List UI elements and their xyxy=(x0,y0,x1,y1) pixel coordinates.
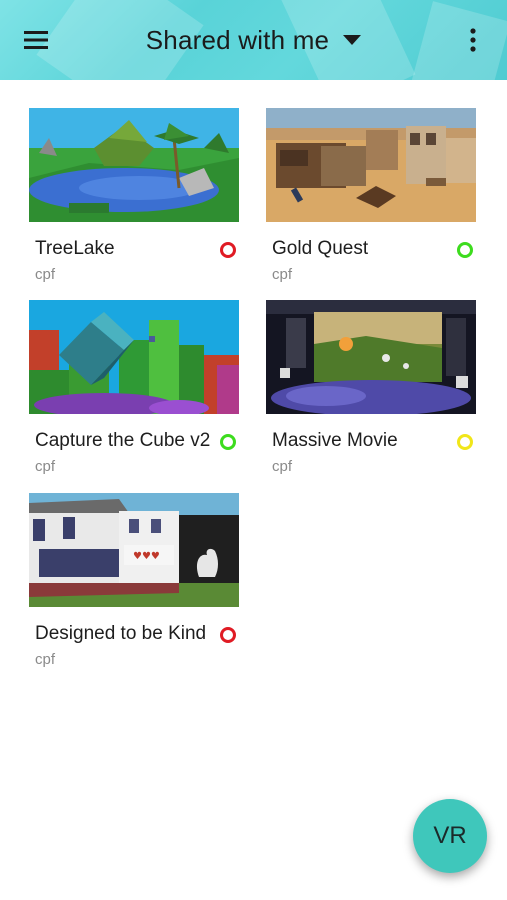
world-title: TreeLake xyxy=(35,238,115,259)
status-indicator-icon xyxy=(457,242,473,258)
status-indicator-icon xyxy=(220,434,236,450)
world-thumbnail: ♥♥♥ xyxy=(29,493,239,607)
world-thumbnail xyxy=(266,108,476,222)
world-owner: cpf xyxy=(272,458,293,475)
world-title: Designed to be Kind xyxy=(35,623,207,644)
world-thumbnail xyxy=(266,300,476,414)
status-indicator-icon xyxy=(220,242,236,258)
world-title: Gold Quest xyxy=(272,238,369,259)
world-owner: cpf xyxy=(35,266,56,283)
more-vertical-icon xyxy=(470,28,476,52)
world-title: Massive Movie xyxy=(272,430,398,451)
world-owner: cpf xyxy=(35,651,56,668)
world-thumbnail xyxy=(29,108,239,222)
app-bar: Shared with me xyxy=(0,0,507,80)
world-thumbnail xyxy=(29,300,239,414)
world-card-treelake[interactable]: TreeLake cpf xyxy=(29,108,239,288)
svg-text:♥♥♥: ♥♥♥ xyxy=(133,551,160,562)
world-title: Capture the Cube v2 xyxy=(35,430,211,451)
world-card-massive-movie[interactable]: Massive Movie cpf xyxy=(266,300,476,480)
status-indicator-icon xyxy=(220,627,236,643)
world-card-designed-to-be-kind[interactable]: ♥♥♥ Designed to be Kind cpf xyxy=(29,493,239,673)
world-card-gold-quest[interactable]: Gold Quest cpf xyxy=(266,108,476,288)
world-owner: cpf xyxy=(272,266,293,283)
world-card-capture-the-cube[interactable]: Capture the Cube v2 cpf xyxy=(29,300,239,480)
more-options-button[interactable] xyxy=(451,18,495,62)
page-title: Shared with me xyxy=(145,24,330,55)
caret-down-icon xyxy=(343,35,362,45)
world-owner: cpf xyxy=(35,458,56,475)
vr-mode-button[interactable]: VR xyxy=(413,799,487,873)
view-switcher-dropdown[interactable]: Shared with me xyxy=(0,0,507,80)
status-indicator-icon xyxy=(457,434,473,450)
